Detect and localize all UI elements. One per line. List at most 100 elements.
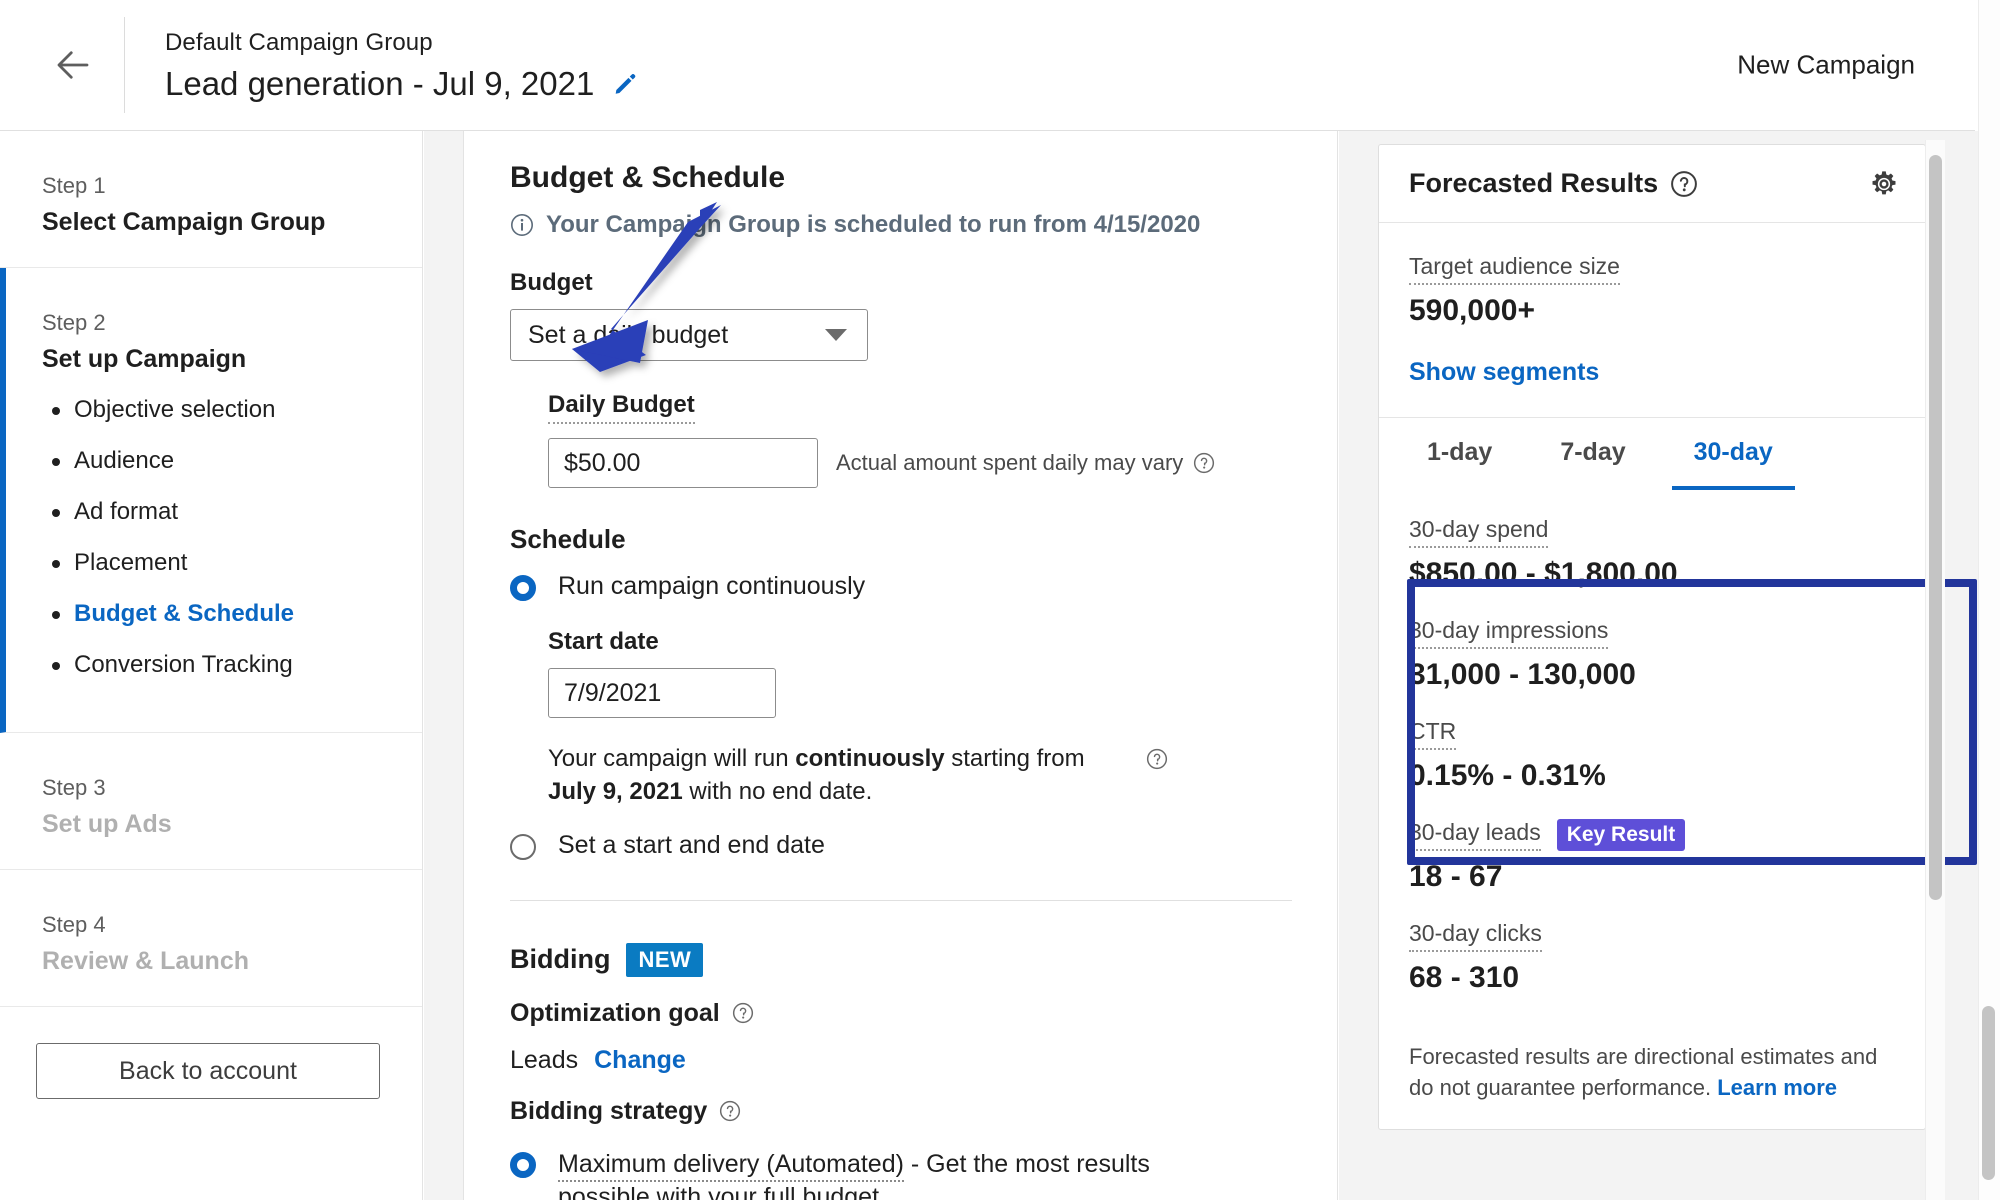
max-delivery-name: Maximum delivery (Automated) [558,1149,904,1182]
run-description-text: Your campaign will run continuously star… [548,742,1128,808]
tab-1-day[interactable]: 1-day [1405,418,1514,490]
pencil-icon[interactable] [612,71,638,97]
step-2-sublist: Objective selection Audience Ad format P… [42,396,422,679]
step-number: Step 2 [42,310,106,335]
back-to-account-button[interactable]: Back to account [36,1043,380,1099]
optimization-goal-label: Optimization goal [510,998,720,1027]
metric-30-day-leads: 30-day leads Key Result 18 - 67 [1409,819,1895,894]
start-date-group: Start date Your campaign will run contin… [548,628,1292,808]
metric-ctr: CTR 0.15% - 0.31% [1409,718,1895,793]
target-audience-value: 590,000+ [1409,294,1535,327]
metric-label: 30-day clicks [1409,920,1542,952]
sidebar-item-conversion-tracking[interactable]: Conversion Tracking [42,651,422,679]
daily-budget-hint: Actual amount spent daily may vary [836,450,1215,476]
radio-run-continuously[interactable]: Run campaign continuously [510,571,1292,602]
bidding-strategy-row: Bidding strategy [510,1097,1292,1126]
show-segments-link[interactable]: Show segments [1409,358,1895,387]
key-result-badge: Key Result [1556,819,1686,851]
radio-button-start-end[interactable] [510,834,536,861]
new-badge: NEW [626,942,704,977]
metric-value: 18 - 67 [1409,860,1503,893]
step-number: Step 4 [42,912,106,937]
panel-scrollbar-thumb[interactable] [1929,155,1942,900]
section-divider [510,899,1292,901]
question-circle-icon[interactable] [719,1100,741,1122]
sidebar-gutter [424,131,464,1200]
main-content: Budget & Schedule Your Campaign Group is… [465,131,1338,1200]
sidebar-item-placement[interactable]: Placement [42,549,422,577]
radio-button-max-delivery[interactable] [510,1151,536,1178]
metric-value: 31,000 - 130,000 [1409,658,1636,691]
budget-type-select[interactable]: Set a daily budget [510,309,868,361]
radio-start-end-date[interactable]: Set a start and end date [510,830,1292,861]
sidebar-step-1[interactable]: Step 1 Select Campaign Group [0,131,422,268]
max-delivery-text: Maximum delivery (Automated) - Get the m… [558,1148,1150,1200]
tab-30-day[interactable]: 30-day [1671,418,1795,490]
tab-7-day[interactable]: 7-day [1538,418,1647,490]
campaign-setup-page: Default Campaign Group Lead generation -… [0,0,2000,1200]
metric-label: CTR [1409,718,1457,750]
radio-button-continuous[interactable] [510,575,536,601]
sidebar-step-4[interactable]: Step 4 Review & Launch [0,870,422,1007]
question-circle-icon[interactable] [1146,748,1168,770]
forecasted-results-card: Forecasted Results Target audience size … [1378,144,1977,1131]
radio-maximum-delivery[interactable]: Maximum delivery (Automated) - Get the m… [510,1148,1150,1200]
forecast-panel: Forecasted Results Target audience size … [1339,131,2000,1200]
question-circle-icon[interactable] [1193,452,1215,474]
radio-continuous-label: Run campaign continuously [558,572,866,600]
optimization-goal-value: Leads [510,1045,579,1074]
question-circle-icon[interactable] [1670,170,1698,198]
back-button[interactable] [42,34,104,96]
step-title: Set up Ads [42,810,172,838]
bidding-title: Bidding [510,944,611,975]
metric-label: 30-day spend [1409,516,1549,548]
optimization-goal-value-row: Leads Change [510,1046,1292,1075]
learn-more-link[interactable]: Learn more [1717,1075,1837,1100]
metric-label: 30-day impressions [1409,617,1609,649]
header-titles: Default Campaign Group Lead generation -… [165,27,638,104]
page-scrollbar-thumb[interactable] [1982,1006,1995,1180]
optimization-goal-row: Optimization goal [510,999,1292,1028]
metric-value: 0.15% - 0.31% [1409,759,1606,792]
metric-30-day-spend: 30-day spend $850.00 - $1,800.00 [1409,516,1895,591]
sidebar-step-3[interactable]: Step 3 Set up Ads [0,733,422,870]
forecast-disclaimer: Forecasted results are directional estim… [1379,1023,1925,1129]
budget-type-value: Set a daily budget [528,320,729,349]
step-sidebar: Step 1 Select Campaign Group Step 2 Set … [0,131,423,1200]
run-description: Your campaign will run continuously star… [548,742,1168,808]
back-to-account-wrapper: Back to account [0,1007,422,1099]
forecast-card-title: Forecasted Results [1409,168,1659,198]
start-date-label: Start date [548,628,659,656]
target-audience-label: Target audience size [1409,253,1620,285]
sidebar-item-budget-schedule[interactable]: Budget & Schedule [42,600,422,628]
run-desc-post: with no end date. [682,778,873,806]
sidebar-item-audience[interactable]: Audience [42,447,422,475]
run-desc-mid: starting from [944,745,1085,773]
daily-budget-input[interactable] [548,438,818,488]
metric-label: 30-day leads [1409,819,1541,851]
campaign-group-name: Default Campaign Group [165,28,433,56]
daily-budget-group: Daily Budget Actual amount spent daily m… [548,391,1292,488]
header-divider [124,17,125,113]
bidding-strategy-label: Bidding strategy [510,1096,708,1125]
start-date-input[interactable] [548,668,776,719]
daily-budget-hint-text: Actual amount spent daily may vary [836,450,1184,475]
audience-section: Target audience size 590,000+ Show segme… [1379,223,1925,418]
optimization-goal-change-link[interactable]: Change [594,1046,686,1075]
sidebar-item-objective-selection[interactable]: Objective selection [42,396,422,424]
bidding-header: Bidding NEW [510,942,1292,977]
sidebar-item-ad-format[interactable]: Ad format [42,498,422,526]
metric-30-day-clicks: 30-day clicks 68 - 310 [1409,920,1895,995]
schedule-label: Schedule [510,524,626,554]
metric-30-day-impressions: 30-day impressions 31,000 - 130,000 [1409,617,1895,692]
question-circle-icon[interactable] [732,1002,754,1024]
chevron-down-icon [825,329,847,341]
gear-icon[interactable] [1869,169,1899,199]
section-title: Budget & Schedule [510,161,786,194]
sidebar-step-2[interactable]: Step 2 Set up Campaign Objective selecti… [0,268,422,733]
page-header: Default Campaign Group Lead generation -… [0,0,1975,131]
info-circle-icon [511,214,533,236]
arrow-left-icon [57,51,89,79]
run-desc-bold-date: July 9, 2021 [548,778,683,806]
step-title: Review & Launch [42,947,249,975]
